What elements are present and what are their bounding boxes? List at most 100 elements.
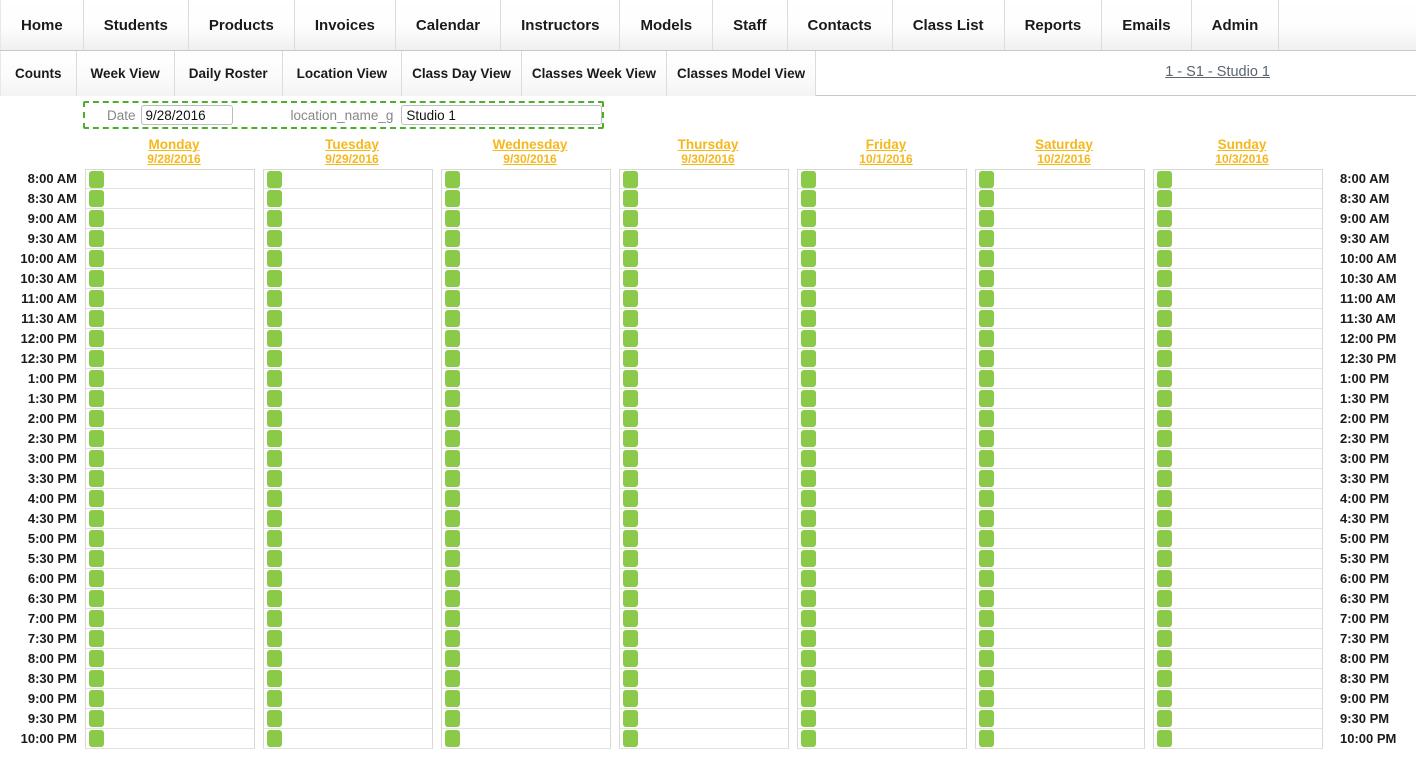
calendar-slot-cell[interactable]	[263, 509, 433, 529]
date-input[interactable]	[140, 105, 233, 125]
day-header-monday[interactable]: Monday 9/28/2016	[85, 136, 263, 169]
calendar-slot-cell[interactable]	[263, 549, 433, 569]
available-slot-indicator[interactable]	[89, 730, 104, 747]
calendar-slot-cell[interactable]	[1153, 589, 1323, 609]
calendar-slot-cell[interactable]	[975, 609, 1145, 629]
calendar-slot-cell[interactable]	[441, 189, 611, 209]
calendar-slot-cell[interactable]	[797, 509, 967, 529]
available-slot-indicator[interactable]	[623, 230, 638, 247]
calendar-slot-cell[interactable]	[85, 189, 255, 209]
available-slot-indicator[interactable]	[1157, 530, 1172, 547]
calendar-slot-cell[interactable]	[619, 349, 789, 369]
available-slot-indicator[interactable]	[89, 630, 104, 647]
calendar-slot-cell[interactable]	[797, 669, 967, 689]
calendar-slot-cell[interactable]	[619, 489, 789, 509]
calendar-slot-cell[interactable]	[619, 269, 789, 289]
nav-item-admin[interactable]: Admin	[1192, 0, 1280, 50]
available-slot-indicator[interactable]	[267, 330, 282, 347]
calendar-slot-cell[interactable]	[975, 269, 1145, 289]
calendar-slot-cell[interactable]	[797, 229, 967, 249]
calendar-slot-cell[interactable]	[975, 369, 1145, 389]
available-slot-indicator[interactable]	[801, 350, 816, 367]
available-slot-indicator[interactable]	[1157, 490, 1172, 507]
available-slot-indicator[interactable]	[801, 390, 816, 407]
available-slot-indicator[interactable]	[623, 430, 638, 447]
calendar-slot-cell[interactable]	[441, 289, 611, 309]
calendar-slot-cell[interactable]	[85, 449, 255, 469]
calendar-slot-cell[interactable]	[975, 689, 1145, 709]
calendar-slot-cell[interactable]	[263, 329, 433, 349]
available-slot-indicator[interactable]	[89, 410, 104, 427]
available-slot-indicator[interactable]	[979, 610, 994, 627]
calendar-slot-cell[interactable]	[797, 309, 967, 329]
day-name[interactable]: Saturday	[975, 137, 1153, 152]
calendar-slot-cell[interactable]	[263, 469, 433, 489]
calendar-slot-cell[interactable]	[797, 589, 967, 609]
calendar-slot-cell[interactable]	[263, 609, 433, 629]
available-slot-indicator[interactable]	[1157, 230, 1172, 247]
calendar-slot-cell[interactable]	[619, 669, 789, 689]
available-slot-indicator[interactable]	[623, 570, 638, 587]
available-slot-indicator[interactable]	[623, 610, 638, 627]
available-slot-indicator[interactable]	[801, 370, 816, 387]
calendar-slot-cell[interactable]	[1153, 189, 1323, 209]
calendar-slot-cell[interactable]	[263, 249, 433, 269]
available-slot-indicator[interactable]	[445, 690, 460, 707]
calendar-slot-cell[interactable]	[441, 389, 611, 409]
available-slot-indicator[interactable]	[267, 710, 282, 727]
calendar-slot-cell[interactable]	[975, 449, 1145, 469]
calendar-slot-cell[interactable]	[619, 549, 789, 569]
calendar-slot-cell[interactable]	[441, 469, 611, 489]
available-slot-indicator[interactable]	[623, 730, 638, 747]
available-slot-indicator[interactable]	[1157, 730, 1172, 747]
available-slot-indicator[interactable]	[445, 310, 460, 327]
available-slot-indicator[interactable]	[445, 650, 460, 667]
available-slot-indicator[interactable]	[89, 590, 104, 607]
available-slot-indicator[interactable]	[801, 410, 816, 427]
calendar-slot-cell[interactable]	[441, 569, 611, 589]
calendar-slot-cell[interactable]	[1153, 509, 1323, 529]
available-slot-indicator[interactable]	[1157, 290, 1172, 307]
available-slot-indicator[interactable]	[89, 370, 104, 387]
available-slot-indicator[interactable]	[979, 510, 994, 527]
calendar-slot-cell[interactable]	[441, 369, 611, 389]
available-slot-indicator[interactable]	[445, 530, 460, 547]
calendar-slot-cell[interactable]	[263, 309, 433, 329]
tab-classes-model-view[interactable]: Classes Model View	[667, 51, 817, 96]
available-slot-indicator[interactable]	[623, 171, 638, 188]
calendar-slot-cell[interactable]	[441, 229, 611, 249]
available-slot-indicator[interactable]	[801, 330, 816, 347]
calendar-slot-cell[interactable]	[441, 609, 611, 629]
available-slot-indicator[interactable]	[445, 510, 460, 527]
day-date[interactable]: 10/3/2016	[1153, 152, 1331, 167]
calendar-slot-cell[interactable]	[619, 569, 789, 589]
available-slot-indicator[interactable]	[267, 350, 282, 367]
calendar-slot-cell[interactable]	[85, 569, 255, 589]
calendar-slot-cell[interactable]	[975, 169, 1145, 189]
available-slot-indicator[interactable]	[1157, 250, 1172, 267]
calendar-slot-cell[interactable]	[619, 209, 789, 229]
available-slot-indicator[interactable]	[445, 550, 460, 567]
calendar-slot-cell[interactable]	[797, 329, 967, 349]
calendar-slot-cell[interactable]	[619, 589, 789, 609]
calendar-slot-cell[interactable]	[797, 529, 967, 549]
available-slot-indicator[interactable]	[267, 470, 282, 487]
calendar-slot-cell[interactable]	[797, 249, 967, 269]
available-slot-indicator[interactable]	[979, 450, 994, 467]
nav-item-instructors[interactable]: Instructors	[501, 0, 621, 50]
available-slot-indicator[interactable]	[1157, 690, 1172, 707]
calendar-slot-cell[interactable]	[263, 709, 433, 729]
calendar-slot-cell[interactable]	[797, 369, 967, 389]
day-name[interactable]: Monday	[85, 137, 263, 152]
calendar-slot-cell[interactable]	[619, 449, 789, 469]
available-slot-indicator[interactable]	[267, 310, 282, 327]
available-slot-indicator[interactable]	[623, 270, 638, 287]
available-slot-indicator[interactable]	[1157, 590, 1172, 607]
available-slot-indicator[interactable]	[89, 650, 104, 667]
available-slot-indicator[interactable]	[979, 590, 994, 607]
available-slot-indicator[interactable]	[623, 310, 638, 327]
calendar-slot-cell[interactable]	[85, 169, 255, 189]
available-slot-indicator[interactable]	[979, 310, 994, 327]
calendar-slot-cell[interactable]	[1153, 349, 1323, 369]
nav-item-calendar[interactable]: Calendar	[396, 0, 502, 50]
